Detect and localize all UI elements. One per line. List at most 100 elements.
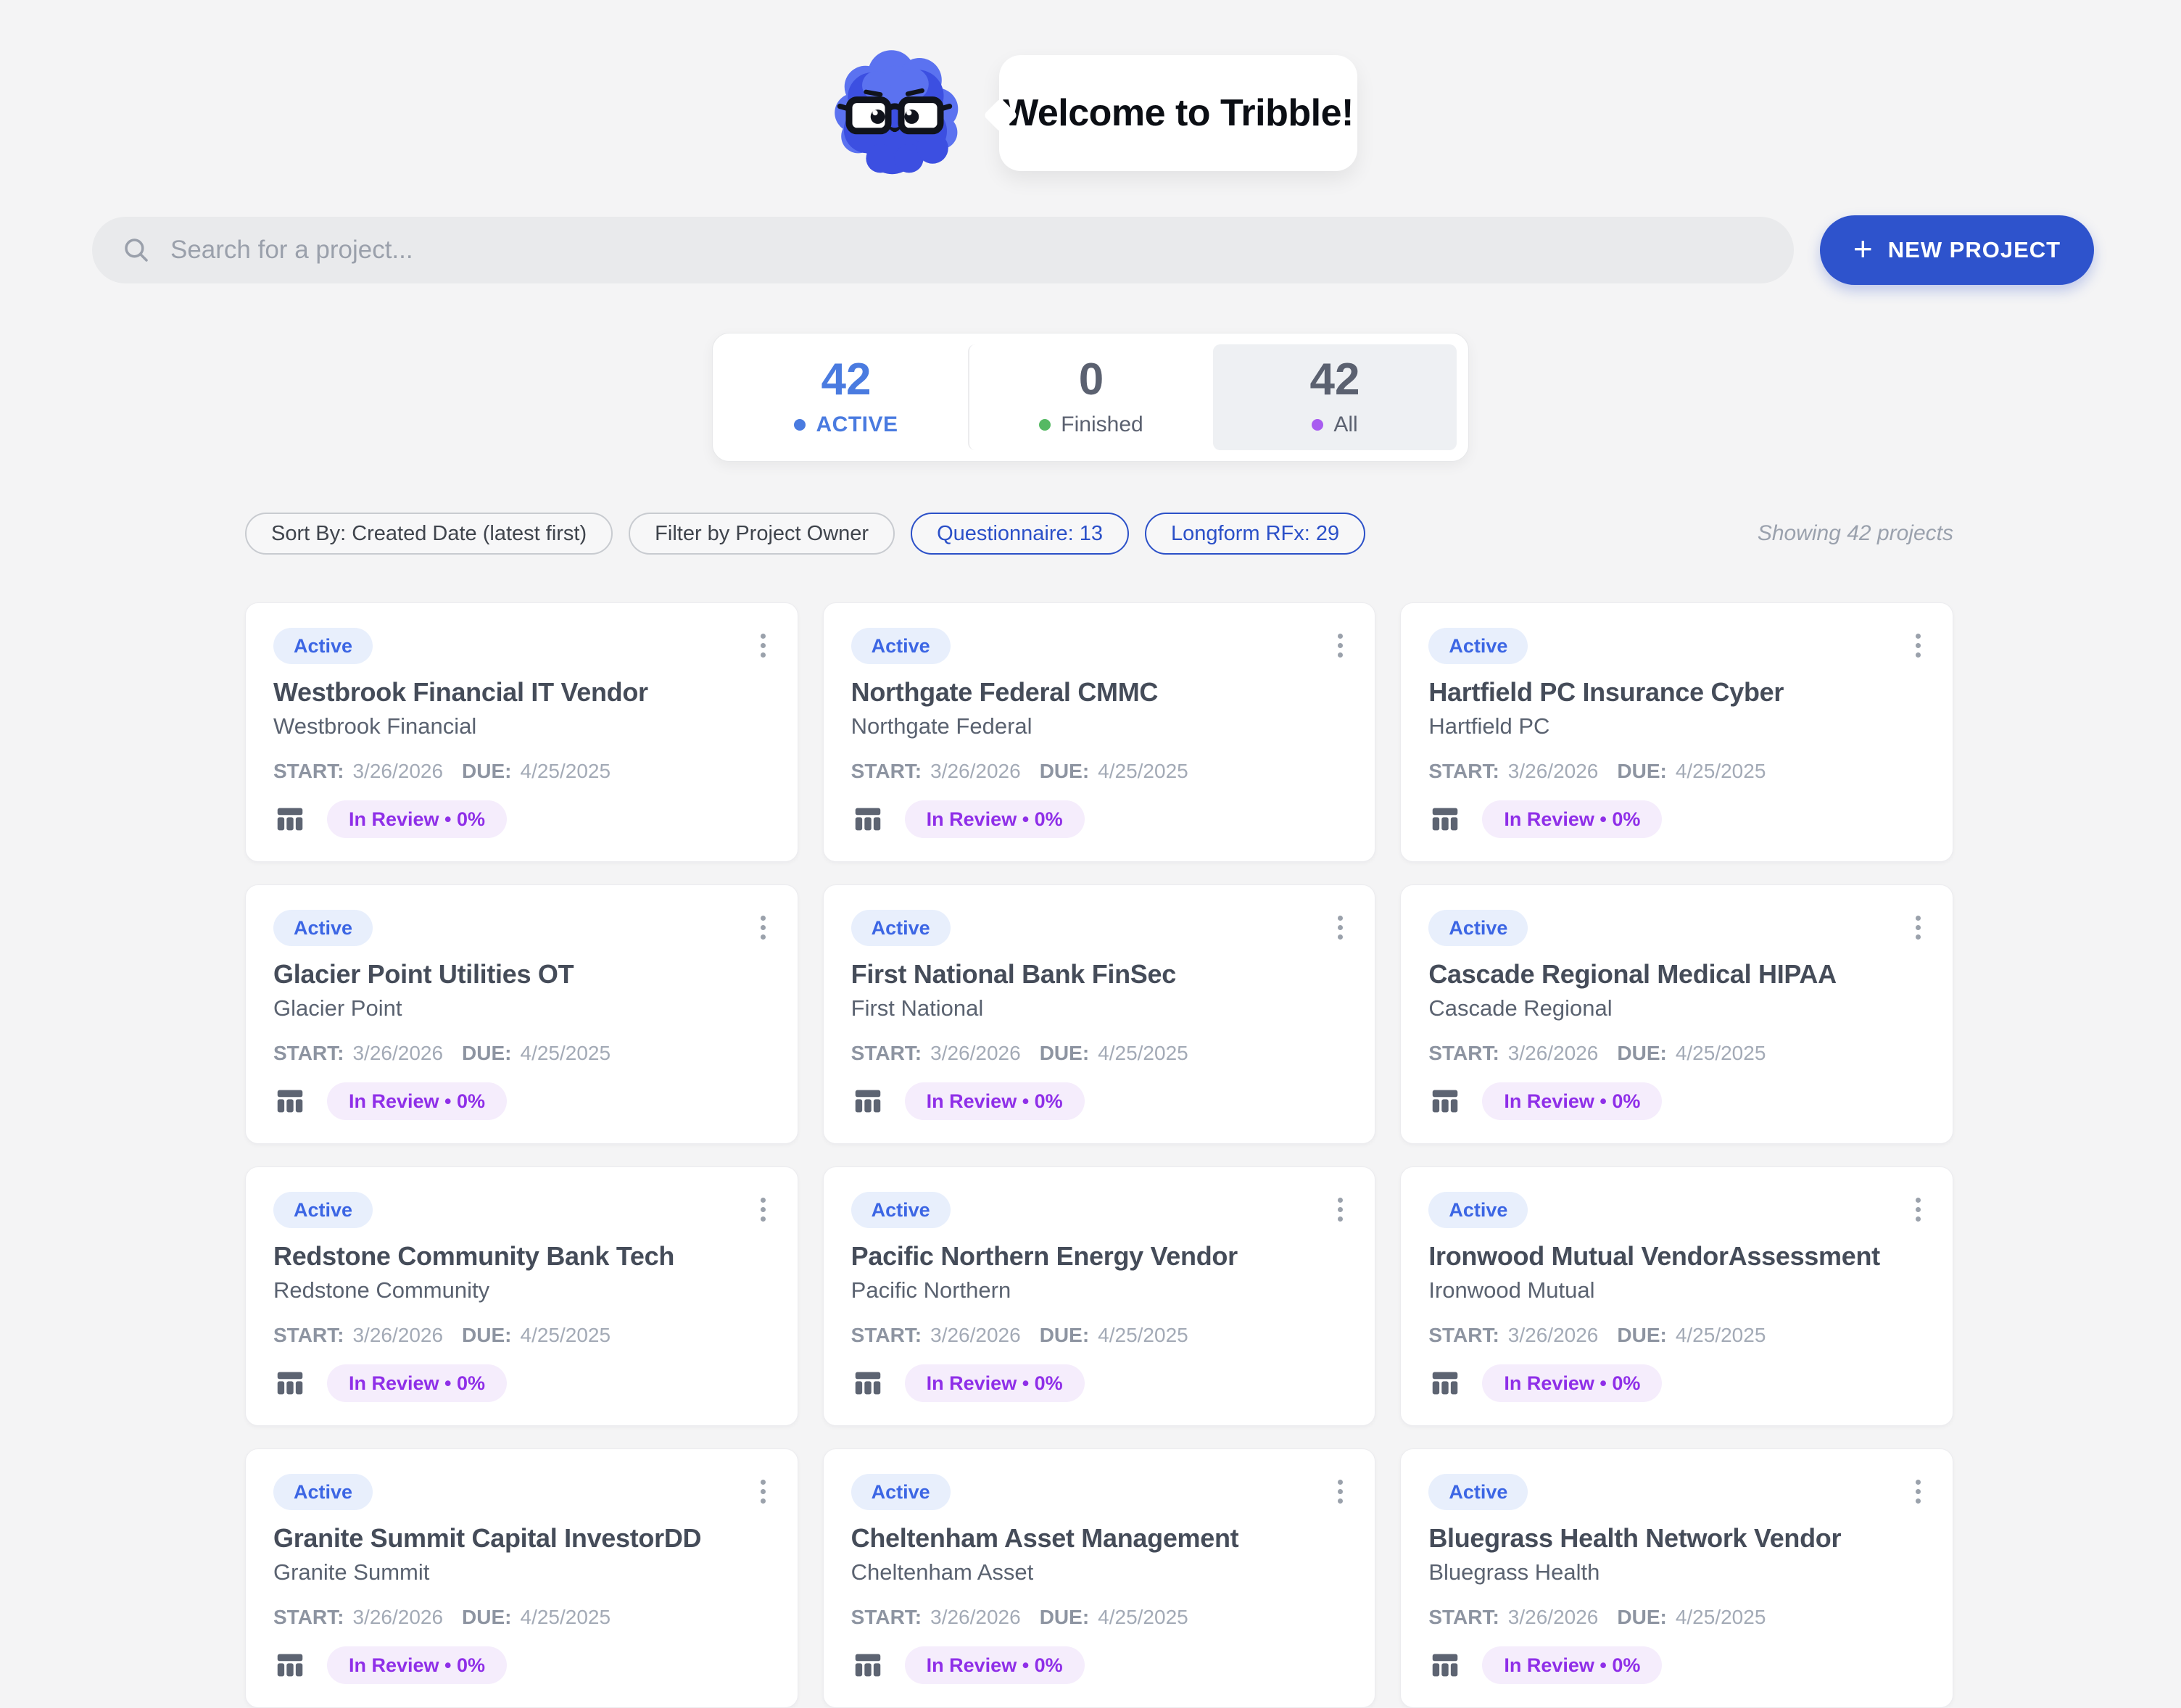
start-date: 3/26/2026 (352, 1042, 443, 1065)
start-date: 3/26/2026 (930, 1042, 1021, 1065)
card-footer: In Review • 0% (1428, 1364, 1925, 1402)
kebab-menu-icon[interactable] (756, 1474, 770, 1509)
due-date: 4/25/2025 (521, 760, 611, 783)
project-title[interactable]: Granite Summit Capital InvestorDD (273, 1523, 770, 1554)
project-title[interactable]: First National Bank FinSec (851, 959, 1348, 990)
kebab-menu-icon[interactable] (756, 628, 770, 663)
stats-segment-finished[interactable]: 0 Finished (968, 344, 1213, 450)
due-label: DUE: (1617, 1042, 1666, 1065)
status-badge: Active (1428, 628, 1528, 664)
status-badge: Active (851, 1474, 951, 1510)
project-card[interactable]: Active Cascade Regional Medical HIPAA Ca… (1400, 884, 1953, 1144)
welcome-text: Welcome to Tribble! (1003, 91, 1354, 135)
card-footer: In Review • 0% (273, 1082, 770, 1120)
stats-segment-active[interactable]: 42 ACTIVE (724, 344, 968, 450)
project-card[interactable]: Active Hartfield PC Insurance Cyber Hart… (1400, 602, 1953, 862)
card-footer: In Review • 0% (1428, 800, 1925, 838)
kebab-menu-icon[interactable] (1333, 910, 1347, 945)
start-date: 3/26/2026 (352, 1606, 443, 1629)
status-badge: Active (273, 910, 373, 946)
stats-segment-all[interactable]: 42 All (1213, 344, 1457, 450)
project-title[interactable]: Hartfield PC Insurance Cyber (1428, 677, 1925, 708)
plus-icon: + (1853, 232, 1874, 265)
project-dates: START: 3/26/2026 DUE: 4/25/2025 (1428, 1324, 1925, 1347)
progress-badge: In Review • 0% (327, 1646, 507, 1684)
due-label: DUE: (462, 1606, 511, 1629)
start-label: START: (851, 1606, 922, 1629)
card-footer: In Review • 0% (273, 800, 770, 838)
project-card[interactable]: Active Northgate Federal CMMC Northgate … (823, 602, 1376, 862)
card-header: Active (851, 1192, 1348, 1228)
kebab-menu-icon[interactable] (1333, 1474, 1347, 1509)
project-card[interactable]: Active Bluegrass Health Network Vendor B… (1400, 1448, 1953, 1708)
table-icon (851, 1367, 885, 1400)
all-dot-icon (1312, 419, 1323, 431)
kebab-menu-icon[interactable] (1911, 910, 1925, 945)
due-label: DUE: (462, 760, 511, 783)
project-title[interactable]: Cascade Regional Medical HIPAA (1428, 959, 1925, 990)
project-title[interactable]: Westbrook Financial IT Vendor (273, 677, 770, 708)
project-title[interactable]: Northgate Federal CMMC (851, 677, 1348, 708)
card-footer: In Review • 0% (851, 1082, 1348, 1120)
project-title[interactable]: Cheltenham Asset Management (851, 1523, 1348, 1554)
start-label: START: (1428, 1042, 1499, 1065)
start-date: 3/26/2026 (352, 1324, 443, 1347)
welcome-speech-bubble: Welcome to Tribble! (999, 55, 1357, 171)
project-title[interactable]: Pacific Northern Energy Vendor (851, 1241, 1348, 1272)
project-grid: Active Westbrook Financial IT Vendor Wes… (245, 602, 1953, 1708)
project-card[interactable]: Active Cheltenham Asset Management Chelt… (823, 1448, 1376, 1708)
due-date: 4/25/2025 (1676, 1606, 1766, 1629)
table-icon (273, 1085, 307, 1118)
start-label: START: (1428, 1606, 1499, 1629)
project-company: First National (851, 995, 1348, 1021)
questionnaire-chip[interactable]: Questionnaire: 13 (911, 513, 1129, 555)
card-header: Active (851, 1474, 1348, 1510)
kebab-menu-icon[interactable] (756, 1192, 770, 1227)
project-title[interactable]: Redstone Community Bank Tech (273, 1241, 770, 1272)
project-title[interactable]: Glacier Point Utilities OT (273, 959, 770, 990)
kebab-menu-icon[interactable] (1333, 628, 1347, 663)
project-dates: START: 3/26/2026 DUE: 4/25/2025 (851, 1324, 1348, 1347)
due-date: 4/25/2025 (1098, 1324, 1188, 1347)
longform-rfx-chip[interactable]: Longform RFx: 29 (1145, 513, 1365, 555)
all-count: 42 (1310, 357, 1360, 402)
card-header: Active (1428, 910, 1925, 946)
project-card[interactable]: Active Glacier Point Utilities OT Glacie… (245, 884, 798, 1144)
progress-badge: In Review • 0% (1482, 1364, 1662, 1402)
table-icon (851, 803, 885, 836)
project-card[interactable]: Active Pacific Northern Energy Vendor Pa… (823, 1166, 1376, 1426)
project-card[interactable]: Active Redstone Community Bank Tech Reds… (245, 1166, 798, 1426)
project-card[interactable]: Active Granite Summit Capital InvestorDD… (245, 1448, 798, 1708)
new-project-button[interactable]: + NEW PROJECT (1820, 215, 2094, 285)
start-date: 3/26/2026 (930, 1324, 1021, 1347)
table-icon (851, 1085, 885, 1118)
search-input[interactable] (170, 236, 1765, 265)
project-dates: START: 3/26/2026 DUE: 4/25/2025 (273, 760, 770, 783)
project-dates: START: 3/26/2026 DUE: 4/25/2025 (851, 760, 1348, 783)
sort-by-chip[interactable]: Sort By: Created Date (latest first) (245, 513, 613, 555)
status-badge: Active (273, 1474, 373, 1510)
kebab-menu-icon[interactable] (1911, 628, 1925, 663)
kebab-menu-icon[interactable] (1333, 1192, 1347, 1227)
search-bar[interactable] (92, 217, 1794, 283)
filter-owner-chip[interactable]: Filter by Project Owner (629, 513, 895, 555)
card-header: Active (851, 910, 1348, 946)
start-label: START: (851, 1324, 922, 1347)
kebab-menu-icon[interactable] (1911, 1192, 1925, 1227)
project-card[interactable]: Active Westbrook Financial IT Vendor Wes… (245, 602, 798, 862)
project-card[interactable]: Active Ironwood Mutual VendorAssessment … (1400, 1166, 1953, 1426)
project-title[interactable]: Bluegrass Health Network Vendor (1428, 1523, 1925, 1554)
project-dates: START: 3/26/2026 DUE: 4/25/2025 (1428, 1042, 1925, 1065)
project-title[interactable]: Ironwood Mutual VendorAssessment (1428, 1241, 1925, 1272)
start-date: 3/26/2026 (1508, 760, 1599, 783)
kebab-menu-icon[interactable] (1911, 1474, 1925, 1509)
project-card[interactable]: Active First National Bank FinSec First … (823, 884, 1376, 1144)
active-count: 42 (822, 357, 872, 402)
start-date: 3/26/2026 (1508, 1042, 1599, 1065)
start-label: START: (273, 1324, 344, 1347)
table-icon (273, 1367, 307, 1400)
project-dates: START: 3/26/2026 DUE: 4/25/2025 (273, 1606, 770, 1629)
table-icon (1428, 1367, 1462, 1400)
kebab-menu-icon[interactable] (756, 910, 770, 945)
due-date: 4/25/2025 (521, 1042, 611, 1065)
